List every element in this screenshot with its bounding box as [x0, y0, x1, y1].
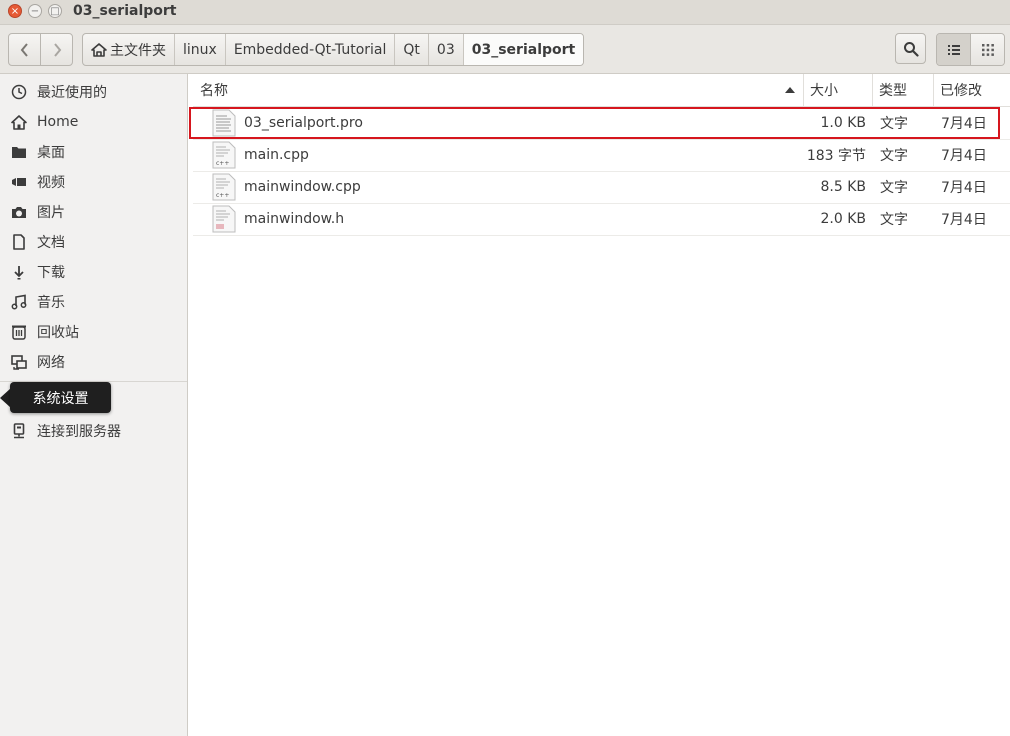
home-icon — [91, 42, 107, 57]
file-row[interactable]: 03_serialport.pro 1.0 KB 文字 7月4日 — [193, 107, 1010, 140]
network-icon — [10, 353, 28, 371]
column-divider — [803, 74, 804, 106]
sidebar-item-label: 视频 — [37, 175, 65, 191]
file-name: main.cpp — [244, 147, 309, 163]
maximize-window-button[interactable]: □ — [48, 4, 62, 18]
sidebar-item-label: 图片 — [37, 205, 65, 221]
file-row[interactable]: c++ mainwindow.cpp 8.5 KB 文字 7月4日 — [193, 171, 1010, 204]
file-list: 名称 大小 类型 已修改 03_serialport.pro 1.0 KB 文字… — [193, 74, 1010, 736]
sidebar-item-label: 回收站 — [37, 325, 79, 341]
home-icon — [10, 113, 28, 131]
breadcrumb-03[interactable]: 03 — [429, 34, 464, 65]
sidebar-item-label: 网络 — [37, 355, 65, 371]
server-icon — [10, 422, 28, 440]
forward-button[interactable] — [40, 34, 72, 65]
file-modified: 7月4日 — [941, 180, 987, 196]
column-header-row: 名称 大小 类型 已修改 — [193, 74, 1010, 107]
clock-icon — [10, 83, 28, 101]
sidebar-item-music[interactable]: 音乐 — [0, 288, 187, 316]
nav-buttons — [8, 33, 73, 66]
column-header-size[interactable]: 大小 — [810, 74, 838, 106]
chevron-right-icon — [53, 42, 61, 57]
header-file-icon — [212, 205, 236, 237]
breadcrumb-qt[interactable]: Qt — [395, 34, 429, 65]
window-title: 03_serialport — [73, 3, 177, 19]
back-button[interactable] — [9, 34, 40, 65]
file-type: 文字 — [880, 212, 908, 228]
sidebar-item-pictures[interactable]: 图片 — [0, 198, 187, 226]
file-size: 8.5 KB — [820, 179, 867, 195]
file-row[interactable]: c++ main.cpp 183 字节 文字 7月4日 — [193, 139, 1010, 172]
svg-text:c++: c++ — [216, 192, 229, 199]
sidebar-item-documents[interactable]: 文档 — [0, 228, 187, 256]
sidebar-item-trash[interactable]: 回收站 — [0, 318, 187, 346]
text-file-icon — [212, 109, 236, 141]
svg-text:c++: c++ — [216, 160, 229, 167]
file-size: 183 字节 — [806, 148, 866, 164]
file-size: 1.0 KB — [820, 115, 867, 131]
sidebar-item-connect-server[interactable]: 连接到服务器 — [0, 417, 187, 445]
breadcrumb-label: 主文件夹 — [110, 42, 166, 59]
sidebar-item-label: 连接到服务器 — [37, 424, 121, 440]
search-button[interactable] — [895, 33, 926, 64]
title-bar: × − □ 03_serialport — [0, 0, 1010, 25]
breadcrumb-linux[interactable]: linux — [175, 34, 226, 65]
video-icon — [10, 173, 28, 191]
music-icon — [10, 293, 28, 311]
folder-icon — [10, 143, 28, 161]
sidebar-item-downloads[interactable]: 下载 — [0, 258, 187, 286]
sidebar-item-label: 音乐 — [37, 295, 65, 311]
sort-ascending-icon — [785, 87, 795, 93]
breadcrumb-embedded-qt-tutorial[interactable]: Embedded-Qt-Tutorial — [226, 34, 396, 65]
file-name: mainwindow.cpp — [244, 179, 361, 195]
sidebar-item-recent[interactable]: 最近使用的 — [0, 78, 187, 106]
column-divider — [872, 74, 873, 106]
view-toggle — [936, 33, 1005, 66]
file-type: 文字 — [880, 116, 908, 132]
file-type: 文字 — [880, 148, 908, 164]
sidebar-item-label: 桌面 — [37, 145, 65, 161]
file-modified: 7月4日 — [941, 116, 987, 132]
grid-view-button[interactable] — [970, 34, 1004, 65]
minimize-window-button[interactable]: − — [28, 4, 42, 18]
column-header-modified[interactable]: 已修改 — [940, 74, 982, 106]
sidebar-item-desktop[interactable]: 桌面 — [0, 138, 187, 166]
file-name: mainwindow.h — [244, 211, 345, 227]
list-view-icon — [947, 44, 960, 55]
sidebar-item-videos[interactable]: 视频 — [0, 168, 187, 196]
sidebar-item-label: 下载 — [37, 265, 65, 281]
cpp-file-icon: c++ — [212, 173, 236, 205]
breadcrumb-current[interactable]: 03_serialport — [463, 34, 584, 65]
grid-view-icon — [981, 43, 994, 56]
file-name: 03_serialport.pro — [244, 115, 363, 131]
sidebar-item-network[interactable]: 网络 — [0, 348, 187, 376]
document-icon — [10, 233, 28, 251]
file-row[interactable]: mainwindow.h 2.0 KB 文字 7月4日 — [193, 203, 1010, 236]
sidebar-item-label: Home — [37, 114, 79, 130]
sidebar-item-home[interactable]: Home — [0, 108, 187, 136]
chevron-left-icon — [20, 42, 28, 57]
breadcrumb: 主文件夹 linux Embedded-Qt-Tutorial Qt 03 03… — [82, 33, 585, 66]
file-modified: 7月4日 — [941, 212, 987, 228]
sidebar-item-label: 文档 — [37, 235, 65, 251]
trash-icon — [10, 323, 28, 341]
camera-icon — [10, 203, 28, 221]
list-view-button[interactable] — [937, 34, 970, 65]
sidebar-item-label: 最近使用的 — [37, 85, 107, 101]
file-type: 文字 — [880, 180, 908, 196]
tooltip: 系统设置 — [10, 382, 111, 413]
toolbar: 主文件夹 linux Embedded-Qt-Tutorial Qt 03 03… — [0, 25, 1010, 74]
cpp-file-icon: c++ — [212, 141, 236, 173]
close-window-button[interactable]: × — [8, 4, 22, 18]
search-icon — [903, 41, 919, 57]
download-icon — [10, 263, 28, 281]
column-divider — [933, 74, 934, 106]
file-size: 2.0 KB — [820, 211, 867, 227]
file-modified: 7月4日 — [941, 148, 987, 164]
column-header-name[interactable]: 名称 — [200, 74, 228, 106]
breadcrumb-home[interactable]: 主文件夹 — [83, 34, 175, 65]
column-header-type[interactable]: 类型 — [879, 74, 907, 106]
